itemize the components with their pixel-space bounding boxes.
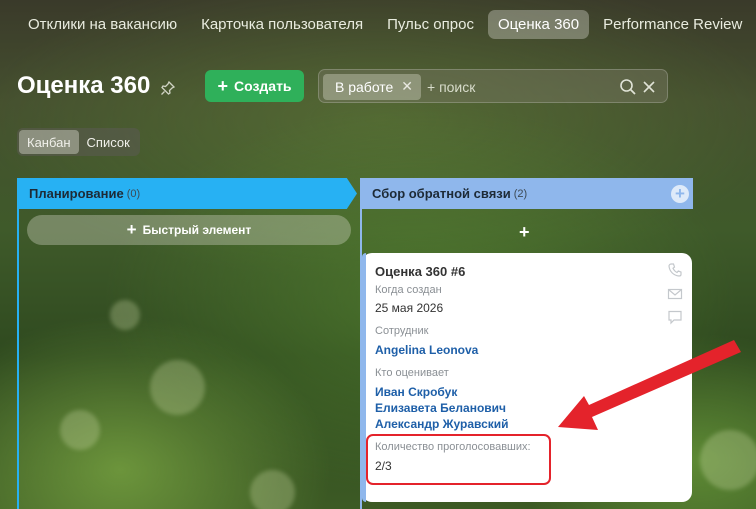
annotation-arrow [558, 340, 741, 430]
